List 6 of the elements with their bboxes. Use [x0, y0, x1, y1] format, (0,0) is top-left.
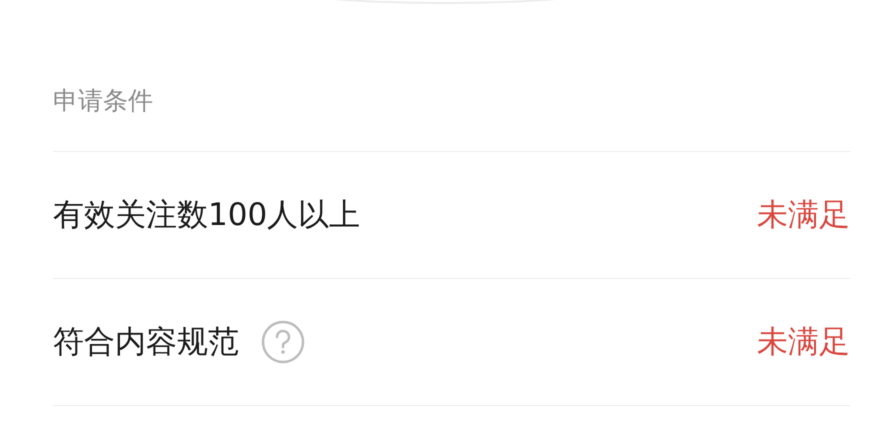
condition-label: 符合内容规范	[53, 322, 239, 362]
status-label: 未满足	[757, 322, 850, 362]
help-icon[interactable]	[261, 320, 305, 364]
condition-label: 有效关注数100人以上	[53, 196, 360, 235]
status-label: 未满足	[757, 196, 850, 235]
section-title: 申请条件	[53, 86, 153, 115]
